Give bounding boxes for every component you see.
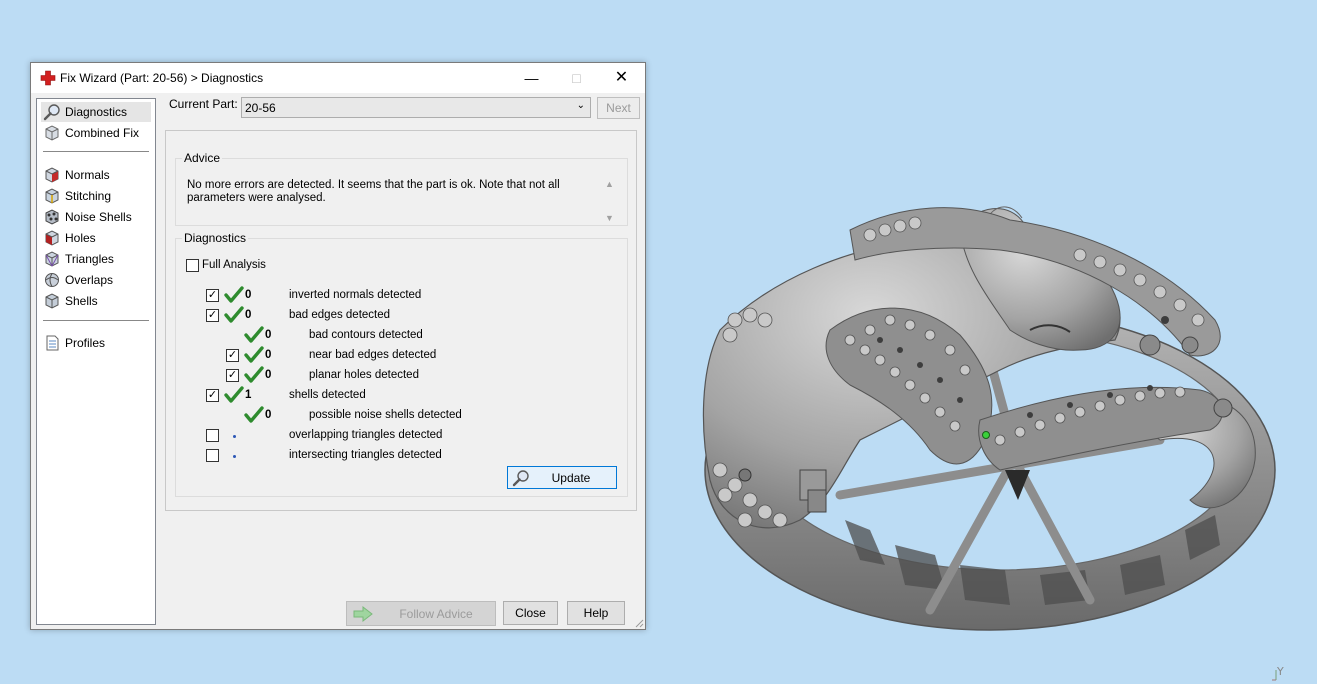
nav-label-triangles: Triangles <box>65 252 114 266</box>
nav-item-shells[interactable]: Shells <box>41 291 151 311</box>
diagnostics-group: Diagnostics Full Analysis ✓ 0 inverted n… <box>175 231 628 497</box>
diag-count: 0 <box>265 409 272 421</box>
green-check-icon <box>244 346 264 363</box>
close-window-button[interactable]: ✕ <box>599 63 644 93</box>
document-icon <box>46 335 59 351</box>
fix-wizard-dialog: Fix Wizard (Part: 20-56) > Diagnostics —… <box>30 62 646 630</box>
update-button[interactable]: Update <box>507 466 617 489</box>
window-title: Fix Wizard (Part: 20-56) > Diagnostics <box>60 71 264 85</box>
nav-label-shells: Shells <box>65 294 98 308</box>
diag-count: 0 <box>265 329 272 341</box>
nav-item-holes[interactable]: Holes <box>41 228 151 248</box>
nav-label-stitching: Stitching <box>65 189 112 203</box>
magnifier-icon <box>43 104 60 121</box>
minimize-button[interactable]: — <box>509 63 554 93</box>
stitching-cube-icon <box>45 188 59 204</box>
pending-dot-icon <box>233 435 236 438</box>
advice-text: No more errors are detected. It seems th… <box>187 179 560 204</box>
nav-label-diagnostics: Diagnostics <box>65 105 128 119</box>
scroll-up-icon[interactable]: ▲ <box>605 179 614 189</box>
nav-item-noise-shells[interactable]: Noise Shells <box>41 207 151 227</box>
diag-label: overlapping triangles detected <box>289 429 443 441</box>
diag-checkbox[interactable] <box>206 449 219 462</box>
resize-grip-icon[interactable] <box>634 618 644 628</box>
help-button[interactable]: Help <box>567 601 625 625</box>
title-bar[interactable]: Fix Wizard (Part: 20-56) > Diagnostics —… <box>31 63 645 93</box>
diag-count: 0 <box>265 349 272 361</box>
advice-legend: Advice <box>184 151 221 165</box>
shells-cube-icon <box>45 293 59 309</box>
nav-label-noise-shells: Noise Shells <box>65 210 132 224</box>
diag-label: bad contours detected <box>309 329 423 341</box>
nav-label-combined-fix: Combined Fix <box>65 126 140 140</box>
triangles-cube-icon <box>45 251 59 267</box>
nav-label-profiles: Profiles <box>65 336 106 350</box>
diag-label: inverted normals detected <box>289 289 422 301</box>
nav-item-combined-fix[interactable]: Combined Fix <box>41 123 151 143</box>
nav-item-normals[interactable]: Normals <box>41 165 151 185</box>
next-button[interactable]: Next <box>597 97 640 119</box>
diag-checkbox[interactable]: ✓ <box>206 289 219 302</box>
follow-advice-label: Follow Advice <box>399 607 473 621</box>
full-analysis-checkbox[interactable] <box>186 259 199 272</box>
diag-checkbox[interactable] <box>206 429 219 442</box>
diag-label: planar holes detected <box>309 369 419 381</box>
nav-label-holes: Holes <box>65 231 96 245</box>
nav-label-normals: Normals <box>65 168 110 182</box>
diag-checkbox[interactable]: ✓ <box>206 309 219 322</box>
noise-shells-icon <box>45 209 59 225</box>
diag-count: 0 <box>245 309 252 321</box>
diag-label: bad edges detected <box>289 309 391 321</box>
diag-label: intersecting triangles detected <box>289 449 442 461</box>
advice-scrollbar[interactable]: ▲ ▼ <box>602 179 618 224</box>
chevron-down-icon: ⌄ <box>576 100 585 111</box>
current-part-value: 20-56 <box>245 101 276 115</box>
green-check-icon <box>224 286 244 303</box>
green-check-icon <box>224 306 244 323</box>
green-check-icon <box>244 326 264 343</box>
nav-item-profiles[interactable]: Profiles <box>41 333 151 353</box>
diag-count: 0 <box>245 289 252 301</box>
nav-label-overlaps: Overlaps <box>65 273 114 287</box>
current-part-label: Current Part: <box>169 97 238 111</box>
maximize-button[interactable]: □ <box>554 63 599 93</box>
pending-dot-icon <box>233 455 236 458</box>
follow-advice-button[interactable]: Follow Advice <box>346 601 496 626</box>
advice-group: Advice No more errors are detected. It s… <box>175 151 628 226</box>
nav-item-stitching[interactable]: Stitching <box>41 186 151 206</box>
nav-separator <box>43 320 149 321</box>
diag-label: shells detected <box>289 389 366 401</box>
full-analysis-label: Full Analysis <box>202 259 266 271</box>
cube-icon <box>45 125 59 141</box>
diag-label: possible noise shells detected <box>309 409 462 421</box>
green-check-icon <box>224 386 244 403</box>
normals-cube-icon <box>45 167 59 183</box>
nav-separator <box>43 151 149 152</box>
diag-checkbox[interactable]: ✓ <box>226 349 239 362</box>
arrow-right-icon <box>353 605 373 623</box>
diag-count: 0 <box>265 369 272 381</box>
red-cross-icon <box>40 70 56 86</box>
green-check-icon <box>244 406 264 423</box>
current-part-select[interactable]: 20-56 ⌄ <box>241 97 591 118</box>
diag-checkbox[interactable]: ✓ <box>226 369 239 382</box>
nav-item-overlaps[interactable]: Overlaps <box>41 270 151 290</box>
diagnostics-panel: Advice No more errors are detected. It s… <box>165 130 637 511</box>
axis-label: Y <box>1277 665 1284 678</box>
scroll-down-icon[interactable]: ▼ <box>605 213 614 223</box>
wizard-nav: Diagnostics Combined Fix Normals Stitchi… <box>36 98 156 625</box>
diag-checkbox[interactable]: ✓ <box>206 389 219 402</box>
overlaps-sphere-icon <box>45 273 59 287</box>
diag-count: 1 <box>245 389 252 401</box>
green-check-icon <box>244 366 264 383</box>
update-label: Update <box>551 471 591 485</box>
holes-cube-icon <box>45 230 59 246</box>
nav-item-triangles[interactable]: Triangles <box>41 249 151 269</box>
nav-item-diagnostics[interactable]: Diagnostics <box>41 102 151 122</box>
close-button[interactable]: Close <box>503 601 558 625</box>
diag-label: near bad edges detected <box>309 349 437 361</box>
diagnostics-legend: Diagnostics <box>184 231 247 245</box>
